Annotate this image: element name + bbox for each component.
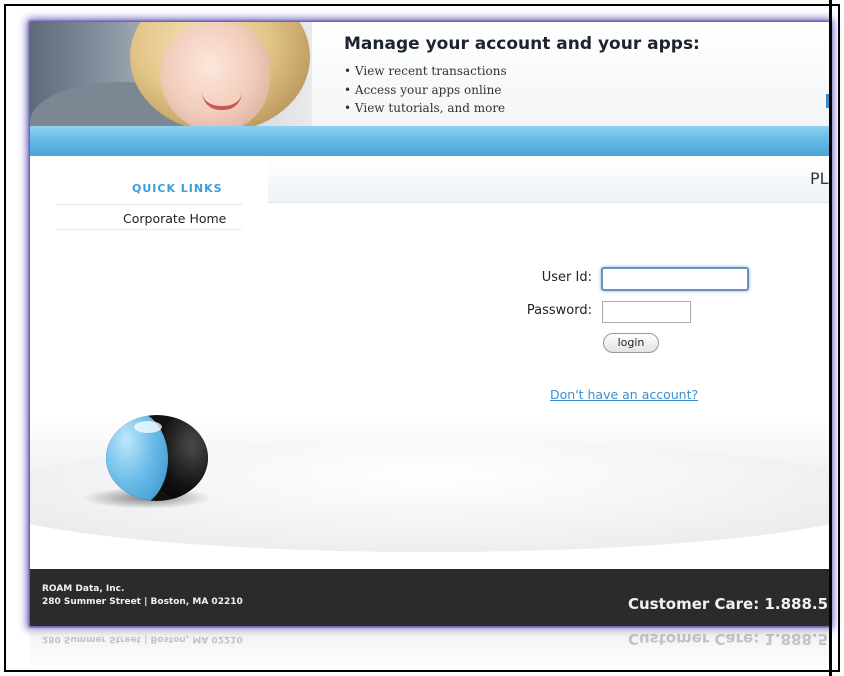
user-id-input[interactable] (601, 267, 749, 291)
footer-address: 280 Summer Street | Boston, MA 02210 (42, 597, 243, 607)
quick-links-heading: QUICK LINKS (132, 182, 223, 195)
blue-band (30, 126, 830, 156)
reflection-customer-care: Customer Care: 1.888.5 (628, 630, 829, 648)
header-bullet-list: View recent transactions Access your app… (344, 62, 507, 118)
login-button[interactable]: login (603, 333, 659, 353)
page-card: Manage your account and your apps: View … (30, 22, 830, 626)
footer-company: ROAM Data, Inc. (42, 584, 125, 594)
logo-sphere-icon (106, 415, 208, 501)
quick-links-divider (56, 204, 242, 205)
title-strip (268, 156, 830, 203)
quick-links-divider (56, 229, 242, 230)
header-bullet: View tutorials, and more (344, 99, 507, 118)
page-title: PLE (810, 169, 830, 188)
photo-face (160, 22, 270, 126)
footer-reflection: 280 Summer Street | Boston, MA 02210 Cus… (30, 628, 830, 668)
header-headline: Manage your account and your apps: (344, 34, 700, 54)
header-photo (30, 22, 312, 126)
footer-customer-care: Customer Care: 1.888.5 (628, 595, 829, 613)
password-label: Password: (526, 303, 592, 318)
header-bullet: View recent transactions (344, 62, 507, 81)
frame-right-rule (829, 0, 832, 676)
sphere-shine (134, 421, 162, 433)
quick-link-corporate-home[interactable]: Corporate Home (123, 211, 226, 226)
header-bullet: Access your apps online (344, 81, 507, 100)
signup-link[interactable]: Don't have an account? (550, 387, 698, 402)
header-banner: Manage your account and your apps: View … (30, 22, 830, 126)
user-id-label: User Id: (541, 270, 592, 285)
footer: ROAM Data, Inc. 280 Summer Street | Bost… (30, 569, 830, 626)
reflection-address: 280 Summer Street | Boston, MA 02210 (42, 634, 243, 644)
password-input[interactable] (602, 301, 691, 323)
